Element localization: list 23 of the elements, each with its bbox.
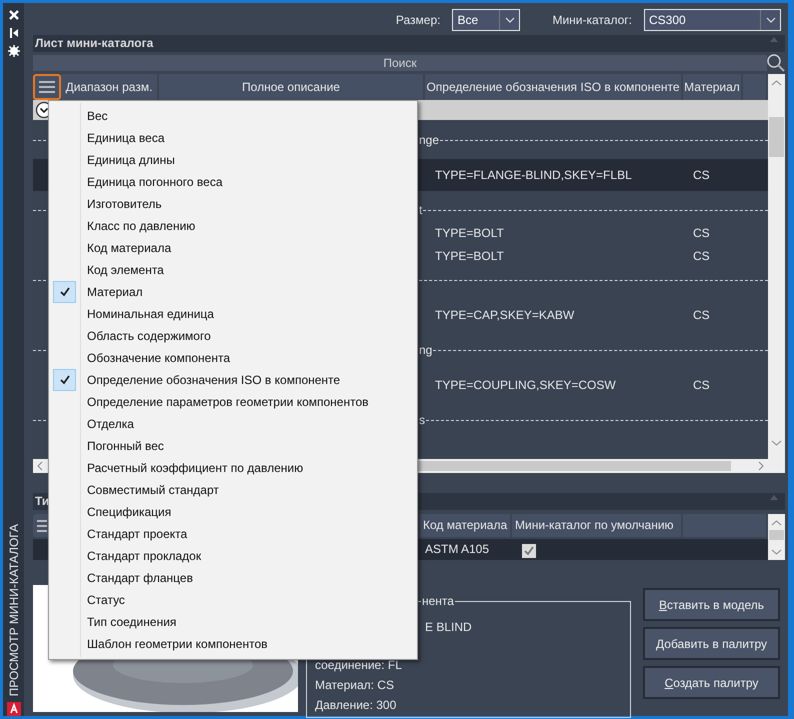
section-title: Лист мини-каталога <box>35 35 154 52</box>
info-text: E BLIND <box>425 619 473 636</box>
group-label: ng <box>418 342 434 359</box>
table-cell-text: TYPE=BOLT <box>434 225 505 242</box>
group-label: s <box>418 412 426 429</box>
group-label: nge <box>418 132 440 149</box>
table-cell-text: TYPE=BOLT <box>434 248 505 265</box>
table-cell-text: ASTM A105 <box>424 541 490 558</box>
table-cell-text: CS <box>692 167 711 184</box>
table-cell-text: TYPE=COUPLING,SKEY=COSW <box>434 376 617 394</box>
panel-title: ПРОСМОТР МИНИ-КАТАЛОГА <box>6 524 22 696</box>
info-text: Материал: CS <box>315 677 395 694</box>
group-label: t <box>418 202 424 219</box>
table-cell-text: TYPE=FLANGE-BLIND,SKEY=FLBL <box>434 167 633 184</box>
table-cell-text: CS <box>692 248 711 265</box>
info-text: соединение: FL <box>315 657 403 674</box>
info-text: Давление: 300 <box>315 697 398 714</box>
filter-label: Размер: <box>396 12 440 29</box>
table-cell-text: TYPE=CAP,SKEY=KABW <box>434 306 576 324</box>
table-cell-text: CS <box>692 376 711 394</box>
table-cell-text: CS <box>692 225 711 242</box>
filter-label: Мини-каталог: <box>552 12 632 29</box>
table-cell-text: CS <box>692 306 711 324</box>
